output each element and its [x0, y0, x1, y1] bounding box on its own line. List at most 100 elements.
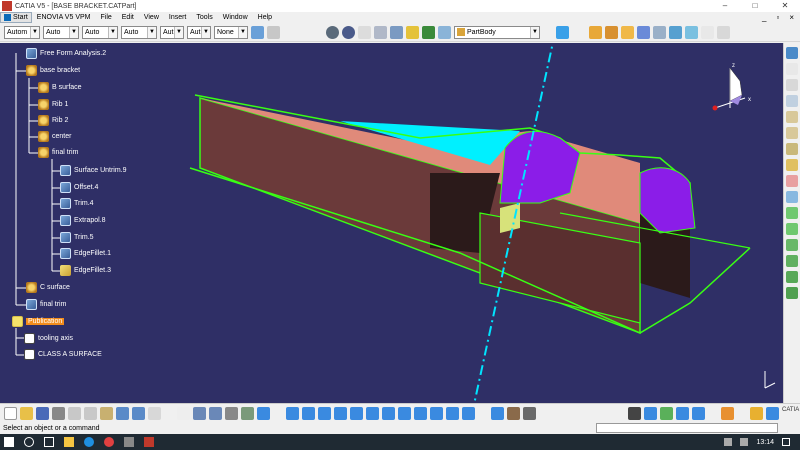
multi-view-icon[interactable] — [398, 406, 411, 420]
edge-icon[interactable] — [84, 437, 94, 447]
curvature-icon[interactable] — [676, 406, 689, 420]
analysis-icon[interactable] — [507, 406, 520, 420]
tree-node-tooling-axis[interactable]: tooling axis — [24, 333, 73, 344]
update-icon[interactable] — [750, 406, 763, 420]
menu-file[interactable]: File — [95, 12, 116, 23]
shading-view-icon[interactable] — [430, 406, 443, 420]
point-style-combo[interactable]: Aut ▼ — [160, 25, 184, 39]
save-icon[interactable] — [36, 406, 49, 420]
shading-icon[interactable] — [589, 25, 602, 39]
catia-taskbar-icon[interactable] — [144, 437, 154, 447]
split-icon[interactable] — [786, 175, 798, 187]
notifications-icon[interactable] — [782, 438, 790, 446]
grid-icon[interactable] — [653, 25, 666, 39]
apply-material-icon[interactable] — [556, 25, 569, 39]
apply-icon[interactable] — [766, 406, 779, 420]
fillet-icon[interactable] — [786, 207, 798, 219]
tree-node-trim-5[interactable]: Trim.5 — [60, 232, 94, 243]
tree-node-base-bracket[interactable]: base bracket — [26, 65, 80, 76]
tree-node-final-trim-2[interactable]: final trim — [26, 299, 66, 310]
doc-minimize-button[interactable]: _ — [762, 13, 766, 22]
file-explorer-icon[interactable] — [64, 437, 74, 447]
scaling-icon[interactable] — [786, 271, 798, 283]
catalog-icon[interactable] — [241, 406, 254, 420]
tree-node-publication[interactable]: Publication — [12, 316, 65, 327]
cursor-icon[interactable] — [701, 25, 714, 39]
task-view-icon[interactable] — [44, 437, 54, 447]
hide-icon[interactable] — [446, 406, 459, 420]
reflect-lines-icon[interactable] — [692, 406, 705, 420]
search-icon[interactable] — [257, 406, 270, 420]
sweep-icon[interactable] — [786, 127, 798, 139]
doc-restore-button[interactable]: ▫ — [776, 13, 779, 22]
extrude-icon[interactable] — [786, 111, 798, 123]
shading-edges-icon[interactable] — [605, 25, 618, 39]
properties-icon[interactable] — [267, 25, 280, 39]
plane-icon[interactable] — [786, 95, 798, 107]
layer-combo[interactable]: None ▼ — [214, 25, 248, 39]
pan-icon[interactable] — [318, 406, 331, 420]
network-icon[interactable] — [724, 438, 733, 446]
rotate-view-icon[interactable] — [334, 406, 347, 420]
law-icon[interactable] — [374, 25, 387, 39]
menu-insert[interactable]: Insert — [164, 12, 192, 23]
tree-node-edgefillet-3[interactable]: EdgeFillet.3 — [60, 265, 111, 276]
new-file-icon[interactable] — [4, 406, 17, 420]
catalog-icon[interactable] — [438, 25, 451, 39]
hide-show-icon[interactable] — [669, 25, 682, 39]
copy-icon[interactable] — [84, 406, 97, 420]
point-icon[interactable] — [786, 63, 798, 75]
menu-start[interactable]: Start — [0, 12, 32, 23]
select-icon[interactable] — [717, 25, 730, 39]
maximize-button[interactable]: □ — [740, 0, 770, 12]
tree-node-offset-4[interactable]: Offset.4 — [60, 182, 98, 193]
translate-icon[interactable] — [786, 223, 798, 235]
tree-node-edgefillet-1[interactable]: EdgeFillet.1 — [60, 248, 111, 259]
sketch-icon[interactable] — [422, 25, 435, 39]
compass-widget[interactable]: z x — [712, 63, 752, 111]
keyboard-icon[interactable] — [628, 406, 641, 420]
table-icon[interactable] — [390, 25, 403, 39]
color-combo[interactable]: Autom ▼ — [4, 25, 40, 39]
tree-node-trim-4[interactable]: Trim.4 — [60, 198, 94, 209]
search-icon[interactable] — [24, 437, 34, 447]
lineweight-combo[interactable]: Auto ▼ — [121, 25, 157, 39]
chrome-icon[interactable] — [104, 437, 114, 447]
app-icon[interactable] — [124, 437, 134, 447]
fly-mode-icon[interactable] — [286, 406, 299, 420]
zoom-in-icon[interactable] — [350, 406, 363, 420]
zoom-out-icon[interactable] — [366, 406, 379, 420]
knowledge-icon[interactable] — [193, 406, 206, 420]
swap-icon[interactable] — [462, 406, 475, 420]
linetype-combo[interactable]: Auto ▼ — [82, 25, 118, 39]
tree-node-surface-untrim[interactable]: Surface Untrim.9 — [60, 165, 127, 176]
menu-view[interactable]: View — [139, 12, 164, 23]
open-file-icon[interactable] — [20, 406, 33, 420]
menu-enovia[interactable]: ENOVIA V5 VPM — [32, 12, 96, 23]
minimize-button[interactable]: – — [710, 0, 740, 12]
cut-icon[interactable] — [68, 406, 81, 420]
render-icon[interactable] — [637, 25, 650, 39]
transparency-combo[interactable]: Auto ▼ — [43, 25, 79, 39]
menu-window[interactable]: Window — [218, 12, 253, 23]
fill-icon[interactable] — [786, 143, 798, 155]
whats-this-icon[interactable] — [148, 406, 161, 420]
menu-edit[interactable]: Edit — [117, 12, 139, 23]
part-body-combo[interactable]: PartBody ▼ — [454, 25, 540, 39]
clock[interactable]: 13:14 — [756, 439, 774, 446]
close-button[interactable]: ✕ — [770, 0, 800, 12]
point-icon[interactable] — [733, 25, 746, 39]
measure-icon[interactable] — [406, 25, 419, 39]
volume-icon[interactable] — [740, 438, 749, 446]
connect-checker-icon[interactable] — [660, 406, 673, 420]
tree-node-free-form-analysis[interactable]: Free Form Analysis.2 — [26, 48, 106, 59]
swap-visible-icon[interactable] — [685, 25, 698, 39]
tree-node-rib-1[interactable]: Rib 1 — [38, 99, 68, 110]
symmetry-icon[interactable] — [786, 255, 798, 267]
rotate-icon[interactable] — [786, 239, 798, 251]
fit-all-icon[interactable] — [302, 406, 315, 420]
normal-view-icon[interactable] — [382, 406, 395, 420]
print-icon[interactable] — [52, 406, 65, 420]
join-icon[interactable] — [786, 159, 798, 171]
tree-node-class-a-surface[interactable]: CLASS A SURFACE — [24, 349, 102, 360]
